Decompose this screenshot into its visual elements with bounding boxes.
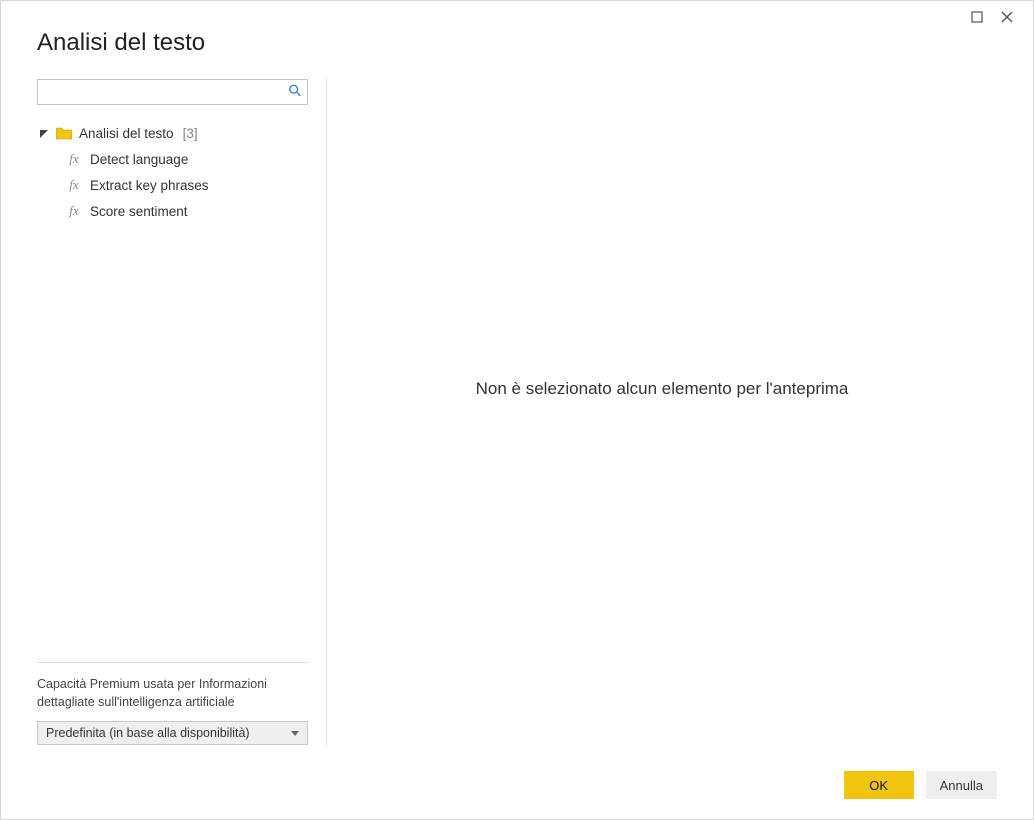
capacity-dropdown-value: Predefinita (in base alla disponibilità) — [46, 726, 250, 740]
tree-root-count: [3] — [183, 126, 198, 141]
cancel-button[interactable]: Annulla — [926, 771, 997, 799]
fx-icon: fx — [65, 203, 83, 219]
preview-empty-message: Non è selezionato alcun elemento per l'a… — [476, 379, 849, 399]
folder-icon — [56, 127, 72, 140]
fx-icon: fx — [65, 151, 83, 167]
tree-item-label: Detect language — [90, 152, 188, 167]
ok-button[interactable]: OK — [844, 771, 914, 799]
tree-item-extract-key-phrases[interactable]: fx Extract key phrases — [37, 172, 308, 198]
maximize-icon[interactable] — [971, 11, 987, 23]
tree-item-label: Extract key phrases — [90, 178, 209, 193]
search-input[interactable] — [37, 79, 308, 105]
search-wrap — [37, 79, 308, 105]
preview-pane: Non è selezionato alcun elemento per l'a… — [327, 79, 997, 745]
close-icon[interactable] — [1001, 11, 1017, 23]
divider — [37, 662, 308, 663]
chevron-down-icon — [39, 129, 49, 139]
capacity-label: Capacità Premium usata per Informazioni … — [37, 675, 308, 711]
capacity-dropdown[interactable]: Predefinita (in base alla disponibilità) — [37, 721, 308, 745]
left-pane: Analisi del testo [3] fx Detect language… — [37, 79, 327, 745]
tree-root-label: Analisi del testo — [79, 126, 174, 141]
chevron-down-icon — [291, 726, 299, 740]
function-tree: Analisi del testo [3] fx Detect language… — [37, 121, 308, 652]
tree-item-score-sentiment[interactable]: fx Score sentiment — [37, 198, 308, 224]
tree-root[interactable]: Analisi del testo [3] — [37, 121, 308, 146]
dialog-footer: OK Annulla — [37, 771, 997, 799]
fx-icon: fx — [65, 177, 83, 193]
tree-item-detect-language[interactable]: fx Detect language — [37, 146, 308, 172]
tree-item-label: Score sentiment — [90, 204, 188, 219]
dialog-title: Analisi del testo — [37, 29, 997, 57]
capacity-section: Capacità Premium usata per Informazioni … — [37, 662, 308, 745]
